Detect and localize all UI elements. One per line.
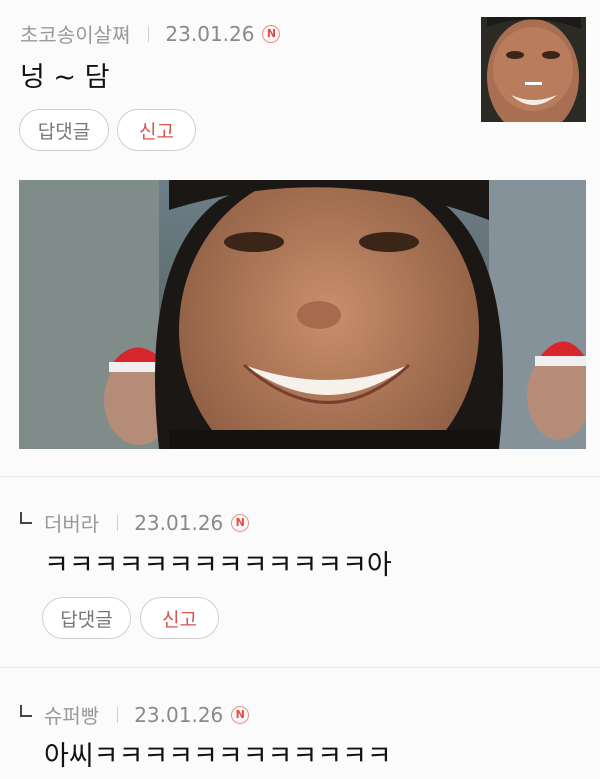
photo-image: [19, 180, 586, 449]
reply-button[interactable]: 답댓글: [42, 597, 131, 639]
reply-indent-icon: [20, 705, 32, 717]
comment-meta: 더버라 23.01.26 N: [44, 508, 250, 537]
report-button[interactable]: 신고: [140, 597, 219, 639]
thumbnail-image: [481, 17, 586, 122]
comment-text: ㅋㅋㅋㅋㅋㅋㅋㅋㅋㅋㅋㅋㅋ아: [44, 550, 392, 581]
comment-meta: 슈퍼빵 23.01.26 N: [44, 700, 250, 729]
comment-date: 23.01.26: [165, 21, 255, 46]
comment-text: 넝 ~ 담: [20, 62, 110, 93]
attachment-image[interactable]: [19, 180, 586, 449]
comment-meta: 초코송이살쪄 23.01.26 N: [20, 19, 281, 48]
comment-item: 초코송이살쪄 23.01.26 N 넝 ~ 담 답댓글 신고: [0, 0, 600, 476]
attachment-thumbnail[interactable]: [481, 17, 586, 122]
comment-text: 아씨ㅋㅋㅋㅋㅋㅋㅋㅋㅋㅋㅋㅋ: [44, 741, 392, 772]
comment-divider: [0, 667, 600, 668]
new-badge: N: [231, 705, 250, 724]
author-name[interactable]: 초코송이살쪄: [20, 19, 130, 48]
meta-divider: [117, 706, 119, 723]
comment-divider: [0, 476, 600, 477]
author-name[interactable]: 슈퍼빵: [44, 700, 99, 729]
new-badge: N: [262, 24, 281, 43]
reply-indent-icon: [20, 512, 32, 524]
reply-button[interactable]: 답댓글: [19, 109, 109, 151]
new-badge: N: [231, 513, 250, 532]
comment-date: 23.01.26: [134, 510, 224, 535]
author-name[interactable]: 더버라: [44, 508, 99, 537]
report-button[interactable]: 신고: [117, 109, 196, 151]
comment-date: 23.01.26: [134, 702, 224, 727]
meta-divider: [117, 514, 119, 531]
meta-divider: [148, 25, 150, 42]
